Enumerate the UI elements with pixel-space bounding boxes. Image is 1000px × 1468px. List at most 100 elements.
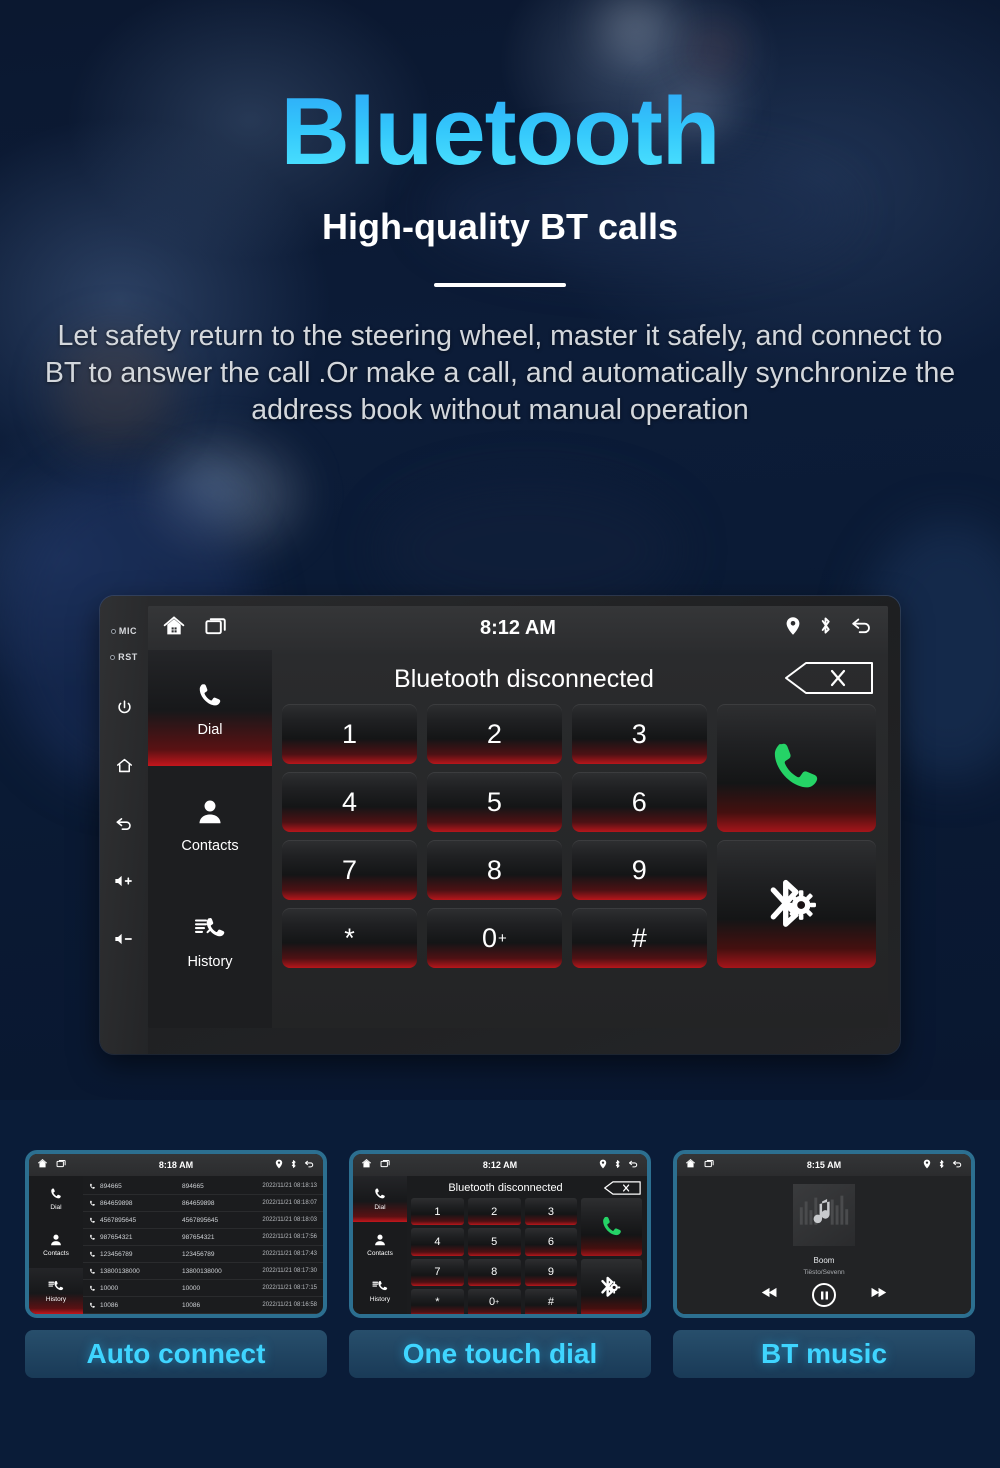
key-6[interactable]: 6: [524, 1228, 578, 1256]
phone-icon: [195, 679, 225, 713]
table-row[interactable]: 864659898 864659898 2022/11/21 08:18:07: [83, 1195, 323, 1212]
page-title: Bluetooth: [0, 84, 1000, 180]
head-unit-device: MIC RST 8:12 AM Dial Contacts History Bl…: [100, 596, 900, 1054]
device-bezel: MIC RST: [100, 596, 148, 1054]
person-icon: [195, 795, 225, 829]
key-star[interactable]: *: [411, 1288, 464, 1314]
key-3[interactable]: 3: [571, 704, 707, 764]
status-back-button[interactable]: [850, 615, 874, 642]
phone-icon: [90, 1183, 95, 1189]
call-number: 987654321: [100, 1233, 133, 1241]
key-0[interactable]: 0 +: [467, 1288, 521, 1314]
key-7[interactable]: 7: [282, 840, 417, 900]
call-number: 10086: [100, 1301, 119, 1309]
bluetooth-settings-button[interactable]: [581, 1258, 642, 1314]
key-8[interactable]: 8: [426, 840, 562, 900]
sidebar-item-contacts[interactable]: Contacts: [353, 1222, 407, 1268]
status-bar: 8:18 AM: [29, 1154, 323, 1176]
music-player: Boom Tiësto/Sevenn: [677, 1176, 971, 1314]
key-hash[interactable]: #: [524, 1288, 578, 1314]
key-2[interactable]: 2: [467, 1198, 521, 1226]
sidebar-item-dial[interactable]: Dial: [148, 650, 272, 766]
key-1[interactable]: 1: [411, 1198, 464, 1226]
previous-track-button[interactable]: [761, 1286, 778, 1304]
table-row[interactable]: 10086 10086 2022/11/21 08:16:58: [83, 1297, 323, 1314]
bluetooth-settings-button[interactable]: [716, 840, 876, 968]
status-bar: 8:12 AM: [353, 1154, 647, 1176]
key-1[interactable]: 1: [282, 704, 417, 764]
thumbnail-screen[interactable]: 8:15 AM Boom Tiësto/Sevenn: [673, 1150, 975, 1318]
next-track-button[interactable]: [870, 1286, 887, 1304]
key-9[interactable]: 9: [571, 840, 707, 900]
home-button[interactable]: [109, 750, 139, 780]
backspace-button[interactable]: [782, 661, 874, 695]
mic-label: MIC: [118, 626, 138, 636]
table-row[interactable]: 10000 10000 2022/11/21 08:17:15: [83, 1280, 323, 1297]
key-2[interactable]: 2: [426, 704, 562, 764]
sidebar-item-history[interactable]: History: [353, 1268, 407, 1314]
backspace-x-icon: [785, 662, 873, 694]
key-5[interactable]: 5: [426, 772, 562, 832]
status-home-button[interactable]: [162, 614, 186, 643]
bluetooth-gear-icon: [771, 879, 817, 927]
bluetooth-icon: [818, 615, 833, 641]
backspace-button[interactable]: [602, 1181, 642, 1195]
thumbnail-screen[interactable]: 8:18 AM Dial Contacts History 894665 894…: [25, 1150, 327, 1318]
sidebar-item-label: Dial: [197, 721, 223, 738]
key-7[interactable]: 7: [411, 1258, 464, 1286]
sidebar-item-label: History: [187, 953, 233, 970]
power-button[interactable]: [109, 692, 139, 722]
status-recents-button[interactable]: [204, 614, 229, 643]
sidebar-item-contacts[interactable]: Contacts: [29, 1222, 83, 1268]
back-arrow-icon: [628, 1156, 639, 1174]
key-6[interactable]: 6: [571, 772, 707, 832]
key-8[interactable]: 8: [467, 1258, 521, 1286]
sidebar-item-contacts[interactable]: Contacts: [148, 766, 272, 882]
phone-sidebar: Dial Contacts History: [353, 1176, 407, 1314]
sidebar-item-dial[interactable]: Dial: [353, 1176, 407, 1222]
call-log-icon: [372, 1281, 388, 1291]
feature-caption: One touch dial: [349, 1330, 651, 1378]
device-screen: 8:12 AM Dial Contacts History Bluetooth …: [148, 606, 888, 1028]
table-row[interactable]: 123456789 123456789 2022/11/21 08:17:43: [83, 1246, 323, 1263]
location-pin-icon: [599, 1156, 607, 1174]
table-row[interactable]: 4567895645 4567895645 2022/11/21 08:18:0…: [83, 1212, 323, 1229]
table-row[interactable]: 894665 894665 2022/11/21 08:18:13: [83, 1178, 323, 1195]
phone-icon: [90, 1302, 95, 1308]
key-9[interactable]: 9: [524, 1258, 578, 1286]
reset-dot-icon: [110, 654, 116, 660]
sidebar-item-label: Dial: [50, 1204, 62, 1211]
thumbnail-screen[interactable]: 8:12 AM Dial Contacts History Bluetooth …: [349, 1150, 651, 1318]
call-time: 2022/11/21 08:18:07: [262, 1200, 317, 1206]
key-4[interactable]: 4: [411, 1228, 464, 1256]
status-bar: 8:12 AM: [148, 606, 888, 650]
power-icon: [117, 699, 131, 713]
call-name: 123456789: [182, 1250, 215, 1258]
person-icon: [51, 1234, 61, 1246]
key-star[interactable]: *: [282, 908, 417, 968]
call-button[interactable]: [716, 704, 876, 832]
call-button[interactable]: [581, 1198, 642, 1256]
play-pause-button[interactable]: [812, 1283, 836, 1307]
bokeh-blob: [600, 0, 670, 50]
key-hash[interactable]: #: [571, 908, 707, 968]
sidebar-item-history[interactable]: History: [29, 1268, 83, 1314]
table-row[interactable]: 987654321 987654321 2022/11/21 08:17:56: [83, 1229, 323, 1246]
call-log-icon: [194, 911, 226, 945]
sidebar-item-history[interactable]: History: [148, 882, 272, 998]
location-pin-icon: [785, 616, 801, 641]
key-0-label: 0: [481, 922, 498, 953]
key-3[interactable]: 3: [524, 1198, 578, 1226]
table-row[interactable]: 13800138000 13800138000 2022/11/21 08:17…: [83, 1263, 323, 1280]
key-5[interactable]: 5: [467, 1228, 521, 1256]
back-button[interactable]: [109, 808, 139, 838]
reset-label: RST: [118, 652, 138, 662]
call-number: 123456789: [100, 1250, 133, 1258]
key-0[interactable]: 0 +: [426, 908, 562, 968]
call-time: 2022/11/21 08:17:30: [262, 1268, 317, 1274]
volume-up-button[interactable]: [109, 866, 139, 896]
key-4[interactable]: 4: [282, 772, 417, 832]
volume-down-button[interactable]: [109, 924, 139, 954]
sidebar-item-dial[interactable]: Dial: [29, 1176, 83, 1222]
call-name: 864659898: [182, 1199, 215, 1207]
